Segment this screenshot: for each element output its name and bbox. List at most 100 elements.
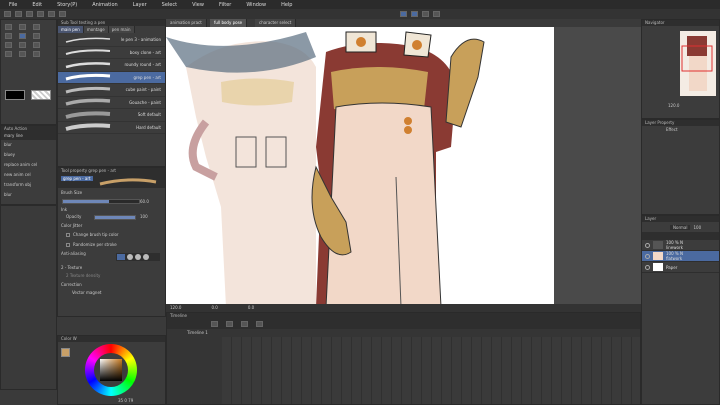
open-file-icon[interactable] <box>15 11 22 17</box>
auto-action-item[interactable]: new anim cel <box>1 170 56 180</box>
opacity-slider[interactable] <box>94 215 136 220</box>
stroke-preview-icon <box>65 111 111 119</box>
auto-action-item[interactable]: transform obj <box>1 180 56 190</box>
menu-window[interactable]: Window <box>246 2 266 8</box>
effect-label: Effect <box>666 127 678 132</box>
tab-montage[interactable]: montage <box>83 26 109 33</box>
menu-filter[interactable]: Filter <box>219 2 231 8</box>
auto-action-item[interactable]: blur <box>1 190 56 200</box>
color-square[interactable] <box>100 359 122 381</box>
layer-thumbnail <box>653 263 663 271</box>
layer-opacity[interactable]: 100 <box>693 225 701 230</box>
color-readout: 35 0 79 <box>118 398 134 403</box>
eye-icon[interactable] <box>645 253 650 259</box>
play-icon[interactable] <box>211 321 218 327</box>
auto-action-item[interactable]: bluey <box>1 150 56 160</box>
angle-value[interactable]: 0.0 <box>211 304 217 312</box>
brush-item[interactable]: boxy clone - art <box>58 47 165 59</box>
main-color-swatch[interactable] <box>5 90 25 100</box>
brush-item[interactable]: Hard default <box>58 122 165 134</box>
stroke-preview-icon <box>65 49 111 56</box>
brush-size-value: 60.0 <box>140 199 149 204</box>
timeline-track-label[interactable]: Timeline 1 <box>167 329 640 337</box>
brush-item[interactable]: Gouache - paint <box>58 97 165 109</box>
blend-mode-select[interactable]: Normal <box>670 224 691 230</box>
stroke-preview-icon <box>65 61 111 68</box>
change-tip-checkbox[interactable]: Change brush tip color <box>58 230 165 240</box>
brush-tool-icon[interactable] <box>5 42 12 48</box>
pen-icon[interactable] <box>422 11 429 17</box>
stop-icon[interactable] <box>226 321 233 327</box>
eye-icon[interactable] <box>645 264 650 270</box>
snap-icon[interactable] <box>400 11 407 17</box>
zoom-value[interactable]: 120.0 <box>170 304 181 312</box>
next-frame-icon[interactable] <box>241 321 248 327</box>
ruler-tool-icon[interactable] <box>33 51 40 57</box>
brush-size-slider[interactable] <box>62 199 140 204</box>
auto-action-item[interactable]: blur <box>1 140 56 150</box>
pen-tool-icon[interactable] <box>19 33 26 39</box>
layer-row[interactable]: 100 % Nlinework <box>642 240 719 251</box>
texture-label: 2 - Texture <box>61 265 83 270</box>
canvas-artwork <box>166 27 641 304</box>
eyedropper-icon[interactable] <box>5 33 12 39</box>
brush-list: le pen 3 - animation boxy clone - art ro… <box>58 34 165 134</box>
loop-icon[interactable] <box>256 321 263 327</box>
opacity-value: 100 <box>140 214 148 219</box>
layer-row-selected[interactable]: 100 % Nflatwork <box>642 251 719 262</box>
fill-tool-icon[interactable] <box>33 42 40 48</box>
menu-select[interactable]: Select <box>162 2 177 8</box>
navigator-thumbnail[interactable] <box>642 26 719 101</box>
brush-item[interactable]: le pen 3 - animation <box>58 34 165 47</box>
canvas-status-bar: 120.0 0.0 0.0 <box>166 304 641 312</box>
layer-row[interactable]: Paper <box>642 262 719 273</box>
doc-tab-full-body[interactable]: full body pose <box>210 19 248 27</box>
move-tool-icon[interactable] <box>19 24 26 30</box>
auto-action-item[interactable]: replace anim cel <box>1 160 56 170</box>
save-icon[interactable] <box>26 11 33 17</box>
timeline-panel: Timeline Timeline 1 <box>166 312 641 405</box>
anti-aliasing-selector[interactable] <box>116 253 160 261</box>
select-tool-icon[interactable] <box>33 24 40 30</box>
undo-icon[interactable] <box>37 11 44 17</box>
text-tool-icon[interactable] <box>19 51 26 57</box>
new-file-icon[interactable] <box>4 11 11 17</box>
eraser-tool-icon[interactable] <box>19 42 26 48</box>
gradient-tool-icon[interactable] <box>5 51 12 57</box>
navigator-zoom[interactable]: 120.0 <box>642 103 719 108</box>
brush-item[interactable]: roundy round - art <box>58 59 165 72</box>
left-empty-panel <box>0 205 57 390</box>
tab-main-pen[interactable]: main pen <box>58 26 84 33</box>
redo-icon[interactable] <box>48 11 55 17</box>
menu-layer[interactable]: Layer <box>133 2 147 8</box>
doc-tab-character[interactable]: character select <box>255 19 297 27</box>
menu-help[interactable]: Help <box>281 2 292 8</box>
menu-edit[interactable]: Edit <box>32 2 42 8</box>
doc-tab-animation[interactable]: animation pract <box>166 19 207 27</box>
transparent-color-swatch[interactable] <box>31 90 51 100</box>
brush-item[interactable]: cube paint - paint <box>58 84 165 97</box>
pencil-tool-icon[interactable] <box>33 33 40 39</box>
ink-label: Ink <box>61 207 68 212</box>
menu-animation[interactable]: Animation <box>92 2 118 8</box>
menu-story[interactable]: Story(P) <box>57 2 77 8</box>
menu-view[interactable]: View <box>192 2 204 8</box>
stroke-preview-icon <box>99 178 157 186</box>
stroke-preview-icon <box>65 123 111 132</box>
canvas-area[interactable] <box>166 27 641 304</box>
eye-icon[interactable] <box>645 242 650 248</box>
color-wheel[interactable] <box>85 344 137 396</box>
zoom-tool-icon[interactable] <box>5 24 12 30</box>
randomize-checkbox[interactable]: Randomize per stroke <box>58 240 165 250</box>
timeline-frames[interactable] <box>222 337 640 404</box>
brush-item[interactable]: Soft default <box>58 109 165 122</box>
ruler-icon[interactable] <box>411 11 418 17</box>
vector-magnet-label: Vector magnet <box>72 290 102 295</box>
tab-pen-main[interactable]: pen main <box>108 26 135 33</box>
brush-item-selected[interactable]: grep pen - art <box>58 71 165 84</box>
auto-action-set[interactable]: mary line <box>1 132 56 140</box>
main-color-swatch[interactable] <box>61 348 70 357</box>
clear-icon[interactable] <box>59 11 66 17</box>
menu-file[interactable]: File <box>9 2 17 8</box>
grid-icon[interactable] <box>433 11 440 17</box>
